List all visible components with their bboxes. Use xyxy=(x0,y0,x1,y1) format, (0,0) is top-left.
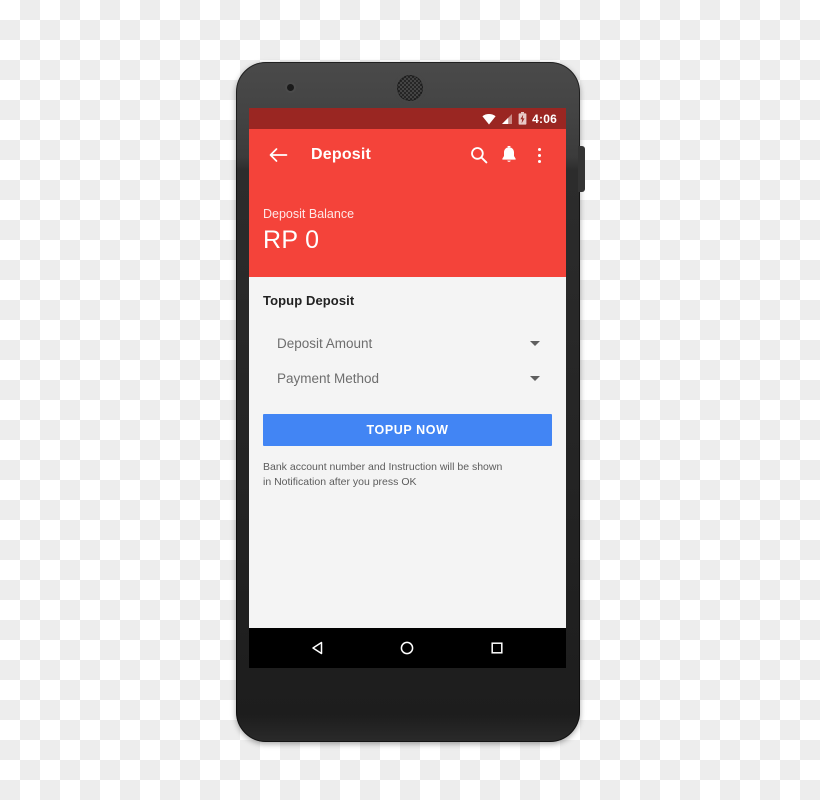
android-nav-bar xyxy=(249,628,566,668)
more-vert-icon xyxy=(537,153,541,157)
status-bar-clock: 4:06 xyxy=(532,111,557,126)
topup-section: Topup Deposit Deposit Amount Payment Met… xyxy=(249,276,566,668)
balance-label: Deposit Balance xyxy=(263,207,355,221)
deposit-amount-label: Deposit Amount xyxy=(277,335,373,351)
back-button[interactable] xyxy=(263,138,293,172)
payment-method-label: Payment Method xyxy=(277,370,380,386)
status-bar: 4:06 xyxy=(249,108,566,129)
deposit-amount-spinner[interactable]: Deposit Amount xyxy=(263,326,552,361)
chevron-down-icon xyxy=(530,340,540,346)
bell-icon xyxy=(502,146,516,162)
deposit-balance-header: Deposit Balance RP 0 xyxy=(249,181,566,277)
triangle-back-icon xyxy=(312,641,323,655)
page-title: Deposit xyxy=(311,146,372,163)
topup-now-button[interactable]: TOPUP NOW xyxy=(263,413,552,446)
more-vert-icon xyxy=(537,159,541,163)
phone-screen: 4:06 Deposit Deposit Balance RP 0 Topup … xyxy=(249,108,566,668)
nav-recents-button[interactable] xyxy=(475,628,519,668)
app-bar: Deposit xyxy=(249,129,566,181)
wifi-icon xyxy=(482,113,496,124)
overflow-menu-button[interactable] xyxy=(524,138,554,172)
front-camera xyxy=(285,82,296,93)
search-icon xyxy=(471,147,488,164)
more-vert-icon xyxy=(537,147,541,151)
balance-value: RP 0 xyxy=(263,226,320,254)
power-button[interactable] xyxy=(578,146,585,192)
nav-home-button[interactable] xyxy=(385,628,429,668)
payment-method-spinner[interactable]: Payment Method xyxy=(263,361,552,396)
helper-text: Bank account number and Instruction will… xyxy=(263,460,503,488)
section-title: Topup Deposit xyxy=(263,292,355,308)
back-arrow-icon xyxy=(269,148,287,162)
circle-home-icon xyxy=(401,641,414,655)
earpiece-speaker xyxy=(397,75,423,101)
signal-icon xyxy=(502,113,513,124)
battery-charging-icon xyxy=(518,112,527,125)
chevron-down-icon xyxy=(530,375,540,381)
search-button[interactable] xyxy=(464,138,494,172)
notifications-button[interactable] xyxy=(494,138,524,172)
square-recents-icon xyxy=(491,642,503,654)
nav-back-button[interactable] xyxy=(296,628,340,668)
